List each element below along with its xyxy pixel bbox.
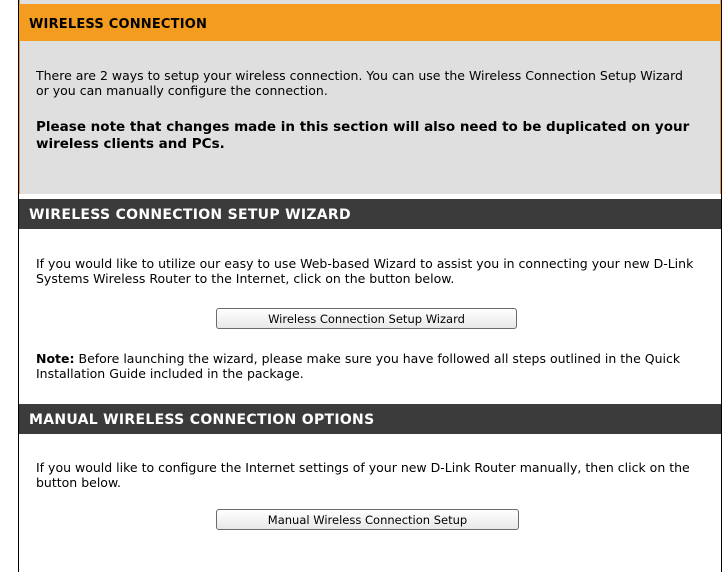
setup-wizard-note: Note: Before launching the wizard, pleas…: [36, 351, 696, 381]
wireless-connection-title: WIRELESS CONNECTION: [29, 17, 208, 32]
setup-wizard-note-text: Before launching the wizard, please make…: [36, 351, 681, 381]
manual-options-title: MANUAL WIRELESS CONNECTION OPTIONS: [29, 412, 375, 428]
wireless-connection-intro: There are 2 ways to setup your wireless …: [36, 68, 683, 98]
wireless-connection-note: Please note that changes made in this se…: [36, 119, 690, 152]
setup-wizard-description: If you would like to utilize our easy to…: [36, 256, 694, 286]
setup-wizard-title: WIRELESS CONNECTION SETUP WIZARD: [29, 207, 351, 223]
manual-wireless-connection-setup-button[interactable]: Manual Wireless Connection Setup: [216, 509, 519, 530]
setup-wizard-header: WIRELESS CONNECTION SETUP WIZARD: [19, 199, 721, 229]
manual-options-description: If you would like to configure the Inter…: [36, 460, 690, 490]
wireless-connection-header: WIRELESS CONNECTION: [19, 4, 721, 41]
page-frame-right-border: [721, 0, 722, 572]
setup-wizard-note-label: Note:: [36, 351, 75, 366]
manual-options-header: MANUAL WIRELESS CONNECTION OPTIONS: [19, 404, 721, 434]
wireless-connection-setup-wizard-button[interactable]: Wireless Connection Setup Wizard: [216, 308, 517, 329]
